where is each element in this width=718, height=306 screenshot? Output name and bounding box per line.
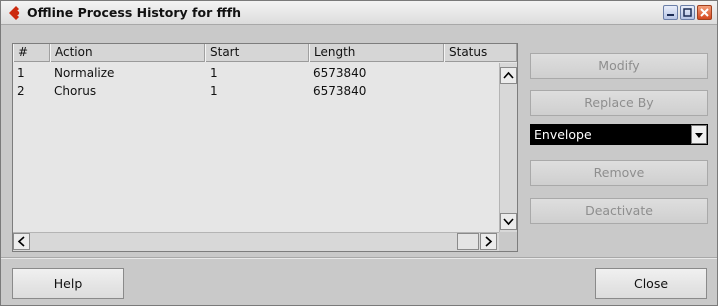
scrollbar-corner <box>499 232 517 251</box>
vertical-scrollbar[interactable] <box>499 63 517 232</box>
cubase-logo-icon <box>9 6 20 20</box>
process-history-list[interactable]: # Action Start Length Status 1 Normalize… <box>12 43 518 252</box>
close-window-button[interactable] <box>697 5 712 20</box>
remove-button[interactable]: Remove <box>530 160 708 186</box>
scroll-left-button[interactable] <box>13 233 30 250</box>
table-row[interactable]: 2 Chorus 1 6573840 <box>13 82 499 100</box>
replace-by-button[interactable]: Replace By <box>530 90 708 116</box>
title-bar[interactable]: Offline Process History for fffh <box>1 1 717 25</box>
scroll-right-icon <box>485 236 493 247</box>
replace-by-select[interactable]: Envelope <box>530 124 708 145</box>
list-header: # Action Start Length Status <box>13 44 517 62</box>
scroll-left-icon <box>17 236 25 247</box>
dropdown-arrow-icon <box>695 133 703 138</box>
close-icon <box>700 8 709 17</box>
scroll-right-button[interactable] <box>480 233 497 250</box>
dropdown-arrow-button[interactable] <box>691 125 707 144</box>
row-action: Normalize <box>54 66 115 80</box>
replace-by-select-value: Envelope <box>534 127 592 142</box>
footer-divider-highlight <box>1 258 717 259</box>
row-length: 6573840 <box>313 84 367 98</box>
maximize-icon <box>683 8 692 17</box>
scroll-up-icon <box>503 71 514 79</box>
column-header-action[interactable]: Action <box>50 44 205 62</box>
minimize-button[interactable] <box>663 5 678 20</box>
column-header-number[interactable]: # <box>13 44 50 62</box>
row-number: 1 <box>17 66 25 80</box>
row-number: 2 <box>17 84 25 98</box>
minimize-icon <box>667 14 674 16</box>
row-length: 6573840 <box>313 66 367 80</box>
horizontal-scrollbar[interactable] <box>13 232 499 251</box>
window-title: Offline Process History for fffh <box>27 5 242 20</box>
offline-process-history-window: Offline Process History for fffh # Actio… <box>0 0 718 306</box>
help-button[interactable]: Help <box>12 268 124 299</box>
modify-button[interactable]: Modify <box>530 53 708 79</box>
row-start: 1 <box>210 84 218 98</box>
scroll-down-icon <box>503 218 514 226</box>
column-header-start[interactable]: Start <box>205 44 309 62</box>
row-action: Chorus <box>54 84 97 98</box>
scroll-down-button[interactable] <box>500 213 517 230</box>
column-header-length[interactable]: Length <box>309 44 444 62</box>
maximize-button[interactable] <box>680 5 695 20</box>
row-start: 1 <box>210 66 218 80</box>
deactivate-button[interactable]: Deactivate <box>530 198 708 224</box>
table-row[interactable]: 1 Normalize 1 6573840 <box>13 64 499 82</box>
scroll-up-button[interactable] <box>500 67 517 84</box>
horizontal-scroll-thumb[interactable] <box>457 233 479 250</box>
close-button[interactable]: Close <box>595 268 707 299</box>
column-header-status[interactable]: Status <box>444 44 517 62</box>
